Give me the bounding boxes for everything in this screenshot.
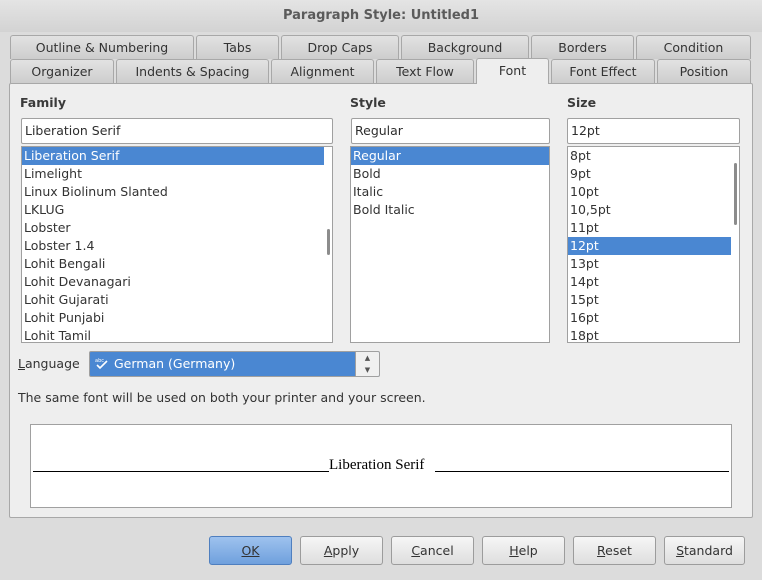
spellcheck-icon: abc bbox=[95, 356, 109, 370]
style-list-item[interactable]: Bold bbox=[351, 165, 549, 183]
size-list[interactable]: 8pt 9pt 10pt 10,5pt 11pt 12pt 13pt 14pt 15pt 16pt… bbox=[567, 146, 740, 343]
cancel-button[interactable]: Cancel bbox=[391, 536, 474, 565]
style-label: Style bbox=[350, 95, 386, 110]
tab-tabs[interactable]: Tabs bbox=[196, 35, 279, 59]
family-list-item[interactable]: Liberation Serif bbox=[22, 147, 324, 165]
style-list-item[interactable]: Bold Italic bbox=[351, 201, 549, 219]
size-list-item[interactable]: 11pt bbox=[568, 219, 731, 237]
tab-background[interactable]: Background bbox=[401, 35, 529, 59]
preview-baseline-left bbox=[33, 471, 329, 472]
style-list-item[interactable]: Italic bbox=[351, 183, 549, 201]
size-input[interactable]: 12pt bbox=[567, 118, 740, 144]
preview-text: Liberation Serif bbox=[329, 457, 425, 473]
tab-position[interactable]: Position bbox=[657, 59, 751, 83]
size-list-item[interactable]: 15pt bbox=[568, 291, 731, 309]
family-scrollbar[interactable] bbox=[327, 229, 330, 255]
size-list-item[interactable]: 18pt bbox=[568, 327, 731, 342]
family-list-item[interactable]: LKLUG bbox=[22, 201, 324, 219]
tab-text-flow[interactable]: Text Flow bbox=[376, 59, 474, 83]
size-list-item[interactable]: 14pt bbox=[568, 273, 731, 291]
spin-up-icon[interactable]: ▲ bbox=[356, 352, 379, 364]
standard-button[interactable]: Standard bbox=[664, 536, 745, 565]
family-list-item[interactable]: Lohit Tamil bbox=[22, 327, 324, 342]
language-spin[interactable]: ▲ ▼ bbox=[355, 352, 379, 376]
family-list[interactable]: Liberation Serif Limelight Linux Biolinum … bbox=[21, 146, 333, 343]
size-label: Size bbox=[567, 95, 597, 110]
size-list-item[interactable]: 10,5pt bbox=[568, 201, 731, 219]
style-input[interactable]: Regular bbox=[351, 118, 550, 144]
window-title: Paragraph Style: Untitled1 bbox=[0, 0, 762, 32]
tab-drop-caps[interactable]: Drop Caps bbox=[281, 35, 399, 59]
svg-text:abc: abc bbox=[95, 358, 104, 364]
tab-alignment[interactable]: Alignment bbox=[271, 59, 374, 83]
ok-button[interactable]: OK bbox=[209, 536, 292, 565]
size-list-item[interactable]: 8pt bbox=[568, 147, 731, 165]
family-list-item[interactable]: Lohit Devanagari bbox=[22, 273, 324, 291]
size-list-item[interactable]: 12pt bbox=[568, 237, 731, 255]
language-label: Language bbox=[18, 356, 80, 371]
family-list-item[interactable]: Lobster bbox=[22, 219, 324, 237]
family-label: Family bbox=[20, 95, 66, 110]
family-list-item[interactable]: Lohit Bengali bbox=[22, 255, 324, 273]
preview-baseline-right bbox=[435, 471, 729, 472]
tab-outline-numbering[interactable]: Outline & Numbering bbox=[10, 35, 194, 59]
font-preview: Liberation Serif bbox=[30, 424, 732, 508]
size-list-item[interactable]: 16pt bbox=[568, 309, 731, 327]
tab-condition[interactable]: Condition bbox=[636, 35, 751, 59]
language-combobox[interactable]: abc German (Germany) ▲ ▼ bbox=[89, 351, 380, 377]
size-scrollbar[interactable] bbox=[734, 163, 737, 225]
family-list-item[interactable]: Lohit Gujarati bbox=[22, 291, 324, 309]
tab-indents-spacing[interactable]: Indents & Spacing bbox=[116, 59, 269, 83]
apply-button[interactable]: Apply bbox=[300, 536, 383, 565]
style-list-item[interactable]: Regular bbox=[351, 147, 549, 165]
family-list-item[interactable]: Linux Biolinum Slanted bbox=[22, 183, 324, 201]
size-list-item[interactable]: 13pt bbox=[568, 255, 731, 273]
help-button[interactable]: Help bbox=[482, 536, 565, 565]
family-input[interactable]: Liberation Serif bbox=[21, 118, 333, 144]
style-list[interactable]: Regular Bold Italic Bold Italic bbox=[350, 146, 550, 343]
tab-borders[interactable]: Borders bbox=[531, 35, 634, 59]
tab-font[interactable]: Font bbox=[476, 58, 549, 84]
family-list-item[interactable]: Limelight bbox=[22, 165, 324, 183]
tab-organizer[interactable]: Organizer bbox=[10, 59, 114, 83]
language-value: German (Germany) bbox=[114, 356, 236, 371]
size-list-item[interactable]: 9pt bbox=[568, 165, 731, 183]
font-info-text: The same font will be used on both your … bbox=[18, 390, 426, 405]
tab-font-effect[interactable]: Font Effect bbox=[551, 59, 655, 83]
size-list-item[interactable]: 10pt bbox=[568, 183, 731, 201]
family-list-item[interactable]: Lobster 1.4 bbox=[22, 237, 324, 255]
reset-button[interactable]: Reset bbox=[573, 536, 656, 565]
family-list-item[interactable]: Lohit Punjabi bbox=[22, 309, 324, 327]
spin-down-icon[interactable]: ▼ bbox=[356, 364, 379, 376]
